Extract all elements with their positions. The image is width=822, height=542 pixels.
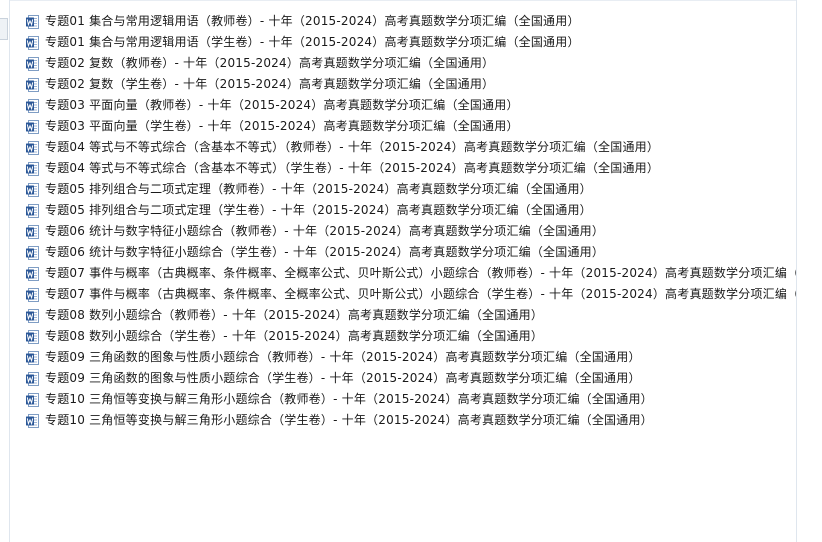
word-doc-icon — [26, 329, 39, 344]
word-doc-icon — [26, 392, 39, 407]
navigation-pane-edge[interactable] — [0, 0, 10, 542]
file-explorer-window: 专题01 集合与常用逻辑用语（教师卷）- 十年（2015-2024）高考真题数学… — [0, 0, 822, 542]
file-list-item[interactable]: 专题10 三角恒等变换与解三角形小题综合（教师卷）- 十年（2015-2024）… — [26, 389, 796, 410]
file-list-item[interactable]: 专题04 等式与不等式综合（含基本不等式）（学生卷）- 十年（2015-2024… — [26, 158, 796, 179]
file-list-item[interactable]: 专题06 统计与数字特征小题综合（教师卷）- 十年（2015-2024）高考真题… — [26, 221, 796, 242]
file-list-item[interactable]: 专题09 三角函数的图象与性质小题综合（教师卷）- 十年（2015-2024）高… — [26, 347, 796, 368]
file-name-label: 专题09 三角函数的图象与性质小题综合（学生卷）- 十年（2015-2024）高… — [45, 371, 641, 385]
scrollbar-track-edge — [796, 0, 797, 542]
file-list-item[interactable]: 专题08 数列小题综合（教师卷）- 十年（2015-2024）高考真题数学分项汇… — [26, 305, 796, 326]
file-name-label: 专题01 集合与常用逻辑用语（学生卷）- 十年（2015-2024）高考真题数学… — [45, 35, 580, 49]
file-name-label: 专题06 统计与数字特征小题综合（教师卷）- 十年（2015-2024）高考真题… — [45, 224, 605, 238]
word-doc-icon — [26, 203, 39, 218]
file-name-label: 专题02 复数（教师卷）- 十年（2015-2024）高考真题数学分项汇编（全国… — [45, 56, 495, 70]
file-name-label: 专题02 复数（学生卷）- 十年（2015-2024）高考真题数学分项汇编（全国… — [45, 77, 495, 91]
file-list-item[interactable]: 专题04 等式与不等式综合（含基本不等式）（教师卷）- 十年（2015-2024… — [26, 137, 796, 158]
word-doc-icon — [26, 140, 39, 155]
file-name-label: 专题06 统计与数字特征小题综合（学生卷）- 十年（2015-2024）高考真题… — [45, 245, 605, 259]
file-list-item[interactable]: 专题09 三角函数的图象与性质小题综合（学生卷）- 十年（2015-2024）高… — [26, 368, 796, 389]
file-name-label: 专题09 三角函数的图象与性质小题综合（教师卷）- 十年（2015-2024）高… — [45, 350, 641, 364]
file-list-item[interactable]: 专题01 集合与常用逻辑用语（教师卷）- 十年（2015-2024）高考真题数学… — [26, 11, 796, 32]
file-name-label: 专题04 等式与不等式综合（含基本不等式）（教师卷）- 十年（2015-2024… — [45, 140, 660, 154]
top-border — [9, 0, 796, 1]
word-doc-icon — [26, 119, 39, 134]
file-name-label: 专题01 集合与常用逻辑用语（教师卷）- 十年（2015-2024）高考真题数学… — [45, 14, 580, 28]
file-name-label: 专题03 平面向量（学生卷）- 十年（2015-2024）高考真题数学分项汇编（… — [45, 119, 519, 133]
word-doc-icon — [26, 308, 39, 323]
file-list-item[interactable]: 专题05 排列组合与二项式定理（教师卷）- 十年（2015-2024）高考真题数… — [26, 179, 796, 200]
file-name-label: 专题10 三角恒等变换与解三角形小题综合（学生卷）- 十年（2015-2024）… — [45, 413, 653, 427]
file-list-item[interactable]: 专题02 复数（教师卷）- 十年（2015-2024）高考真题数学分项汇编（全国… — [26, 53, 796, 74]
file-list-item[interactable]: 专题03 平面向量（学生卷）- 十年（2015-2024）高考真题数学分项汇编（… — [26, 116, 796, 137]
file-list-item[interactable]: 专题08 数列小题综合（学生卷）- 十年（2015-2024）高考真题数学分项汇… — [26, 326, 796, 347]
word-doc-icon — [26, 413, 39, 428]
file-list-item[interactable]: 专题01 集合与常用逻辑用语（学生卷）- 十年（2015-2024）高考真题数学… — [26, 32, 796, 53]
file-name-label: 专题07 事件与概率（古典概率、条件概率、全概率公式、贝叶斯公式）小题综合（教师… — [45, 266, 796, 280]
word-doc-icon — [26, 224, 39, 239]
word-doc-icon — [26, 161, 39, 176]
file-list-item[interactable]: 专题10 三角恒等变换与解三角形小题综合（学生卷）- 十年（2015-2024）… — [26, 410, 796, 431]
file-list-item[interactable]: 专题07 事件与概率（古典概率、条件概率、全概率公式、贝叶斯公式）小题综合（学生… — [26, 284, 796, 305]
word-doc-icon — [26, 350, 39, 365]
word-doc-icon — [26, 182, 39, 197]
file-name-label: 专题04 等式与不等式综合（含基本不等式）（学生卷）- 十年（2015-2024… — [45, 161, 660, 175]
file-list-item[interactable]: 专题03 平面向量（教师卷）- 十年（2015-2024）高考真题数学分项汇编（… — [26, 95, 796, 116]
file-list: 专题01 集合与常用逻辑用语（教师卷）- 十年（2015-2024）高考真题数学… — [26, 11, 796, 431]
word-doc-icon — [26, 56, 39, 71]
file-list-item[interactable]: 专题07 事件与概率（古典概率、条件概率、全概率公式、贝叶斯公式）小题综合（教师… — [26, 263, 796, 284]
word-doc-icon — [26, 35, 39, 50]
file-name-label: 专题08 数列小题综合（学生卷）- 十年（2015-2024）高考真题数学分项汇… — [45, 329, 544, 343]
word-doc-icon — [26, 77, 39, 92]
word-doc-icon — [26, 98, 39, 113]
file-list-item[interactable]: 专题02 复数（学生卷）- 十年（2015-2024）高考真题数学分项汇编（全国… — [26, 74, 796, 95]
file-name-label: 专题08 数列小题综合（教师卷）- 十年（2015-2024）高考真题数学分项汇… — [45, 308, 544, 322]
word-doc-icon — [26, 266, 39, 281]
file-name-label: 专题03 平面向量（教师卷）- 十年（2015-2024）高考真题数学分项汇编（… — [45, 98, 519, 112]
file-list-item[interactable]: 专题06 统计与数字特征小题综合（学生卷）- 十年（2015-2024）高考真题… — [26, 242, 796, 263]
pane-collapse-handle[interactable] — [0, 18, 8, 40]
file-name-label: 专题10 三角恒等变换与解三角形小题综合（教师卷）- 十年（2015-2024）… — [45, 392, 653, 406]
word-doc-icon — [26, 245, 39, 260]
file-name-label: 专题05 排列组合与二项式定理（学生卷）- 十年（2015-2024）高考真题数… — [45, 203, 592, 217]
file-name-label: 专题07 事件与概率（古典概率、条件概率、全概率公式、贝叶斯公式）小题综合（学生… — [45, 287, 796, 301]
file-list-item[interactable]: 专题05 排列组合与二项式定理（学生卷）- 十年（2015-2024）高考真题数… — [26, 200, 796, 221]
word-doc-icon — [26, 14, 39, 29]
word-doc-icon — [26, 287, 39, 302]
file-name-label: 专题05 排列组合与二项式定理（教师卷）- 十年（2015-2024）高考真题数… — [45, 182, 592, 196]
word-doc-icon — [26, 371, 39, 386]
